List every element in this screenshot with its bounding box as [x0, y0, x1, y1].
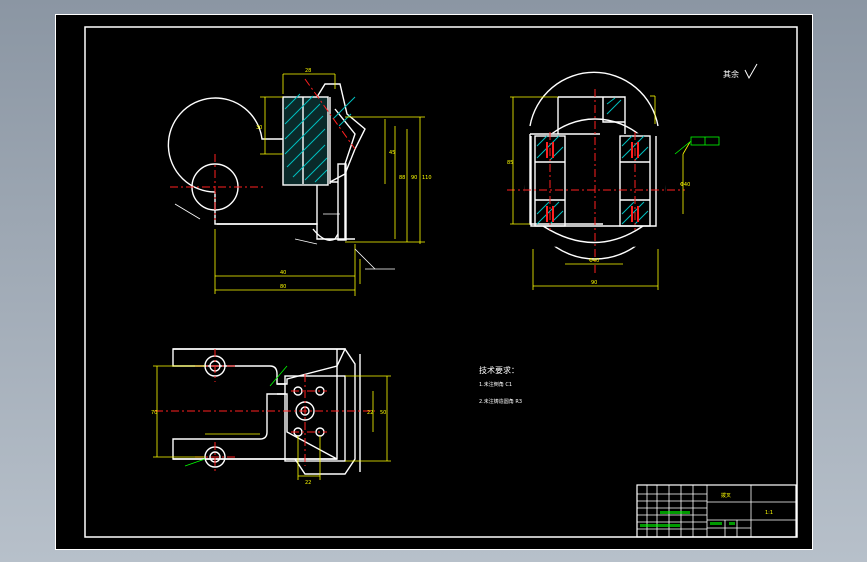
drawing-name: 拨叉 [721, 492, 731, 499]
svg-text:30: 30 [256, 125, 262, 131]
technical-notes: 技术要求： 1.未注倒角 C1 2.未注铸造圆角 R3 [479, 365, 522, 405]
roughness-note-text: 其余 [723, 69, 739, 79]
top-centerlines [155, 349, 375, 474]
svg-text:40: 40 [280, 270, 286, 276]
svg-text:22: 22 [367, 410, 373, 416]
title-block-fill [640, 511, 735, 527]
svg-text:80: 80 [280, 284, 286, 290]
svg-text:Φ40: Φ40 [589, 258, 599, 264]
note-line-2: 2.未注铸造圆角 R3 [479, 398, 522, 405]
notes-title: 技术要求： [479, 365, 519, 375]
svg-text:110: 110 [422, 175, 432, 181]
svg-text:45: 45 [389, 150, 395, 156]
outer-frame [55, 14, 813, 550]
drawing-scale: 1:1 [765, 510, 773, 516]
svg-text:90: 90 [411, 175, 417, 181]
roughness-symbol: 其余 [723, 63, 758, 80]
note-line-1: 1.未注倒角 C1 [479, 381, 512, 388]
svg-text:88: 88 [399, 175, 405, 181]
cad-drawing: 28 30 40 80 45 88 90 110 85 90 Φ40 Φ40 其… [55, 14, 813, 550]
svg-text:70: 70 [151, 410, 157, 416]
front-leaders [174, 203, 395, 270]
svg-text:85: 85 [507, 160, 513, 166]
title-block-texts: 拨叉 1:1 [721, 492, 773, 516]
svg-text:Φ40: Φ40 [680, 182, 690, 188]
front-view [167, 83, 366, 241]
eye-outline [167, 97, 301, 193]
svg-text:22: 22 [305, 480, 311, 486]
svg-text:50: 50 [380, 410, 386, 416]
tolerance-box [674, 136, 720, 155]
svg-text:28: 28 [305, 68, 311, 74]
top-dim-texts: 70 50 22 22 [151, 410, 386, 486]
top-leaders [184, 365, 288, 467]
svg-text:90: 90 [591, 280, 597, 286]
drawing-sheet: 28 30 40 80 45 88 90 110 85 90 Φ40 Φ40 其… [55, 14, 813, 550]
